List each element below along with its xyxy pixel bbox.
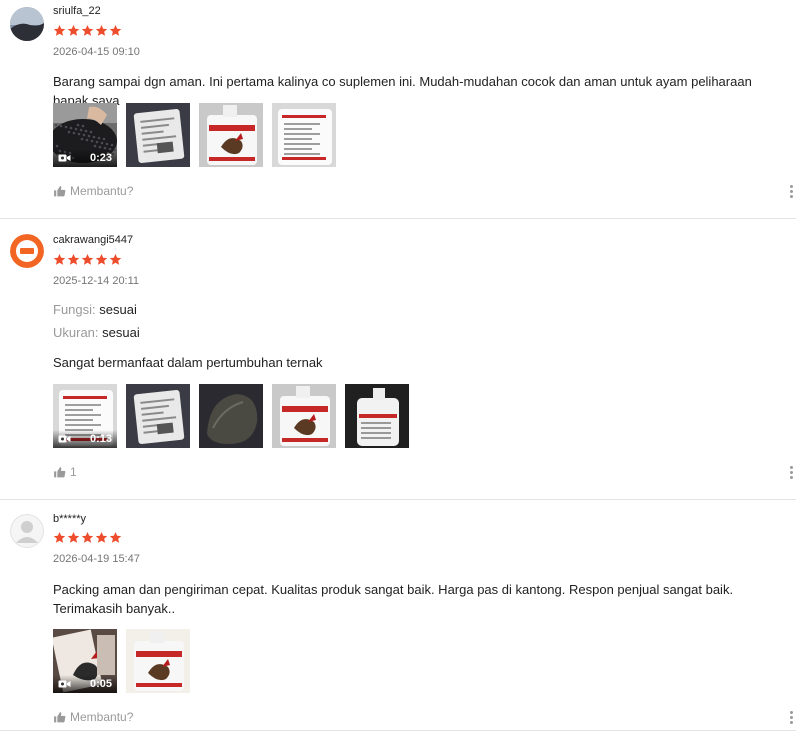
star-icon [81, 531, 94, 543]
thumbnail-image [272, 384, 336, 448]
star-icon [81, 253, 94, 265]
divider [0, 499, 796, 500]
thumbnail-image [126, 103, 190, 167]
helpful-count: 1 [70, 465, 77, 479]
video-duration: 0:13 [89, 433, 112, 445]
review-media: 0:13 [53, 384, 409, 448]
review-text: Sangat bermanfaat dalam pertumbuhan tern… [53, 355, 323, 370]
photo-thumbnail[interactable] [126, 103, 190, 167]
star-rating [53, 531, 122, 544]
photo-thumbnail[interactable] [345, 384, 409, 448]
helpful-label: Membantu? [70, 184, 134, 198]
star-icon [67, 531, 80, 543]
avatar-image [10, 7, 44, 41]
thumbs-up-icon [54, 711, 66, 722]
photo-thumbnail[interactable] [126, 629, 190, 693]
star-icon [53, 24, 66, 36]
photo-thumbnail[interactable] [272, 103, 336, 167]
helpful-button[interactable]: Membantu? [53, 710, 133, 724]
video-duration: 0:05 [89, 678, 112, 690]
avatar[interactable] [10, 7, 44, 41]
review-media: 0:23 [53, 103, 336, 167]
video-camera-icon [58, 680, 71, 688]
video-thumbnail[interactable]: 0:23 [53, 103, 117, 167]
helpful-label: Membantu? [70, 710, 134, 724]
attribute-key: Fungsi: [53, 302, 96, 317]
star-icon [67, 253, 80, 265]
thumbnail-image [199, 103, 263, 167]
photo-thumbnail[interactable] [199, 103, 263, 167]
photo-thumbnail[interactable] [126, 384, 190, 448]
review-media: 0:05 [53, 629, 190, 693]
star-icon [109, 531, 122, 543]
video-thumbnail[interactable]: 0:05 [53, 629, 117, 693]
thumbnail-image [126, 384, 190, 448]
avatar[interactable] [10, 514, 44, 548]
star-icon [95, 531, 108, 543]
thumbnail-image [126, 629, 190, 693]
video-camera-icon [58, 435, 71, 443]
more-vertical-icon[interactable] [790, 185, 794, 198]
star-icon [53, 253, 66, 265]
avatar[interactable] [10, 234, 44, 268]
more-vertical-icon[interactable] [790, 711, 794, 724]
star-icon [109, 253, 122, 265]
star-icon [109, 24, 122, 36]
attribute-value: sesuai [99, 302, 137, 317]
review-username: sriulfa_22 [53, 5, 101, 17]
star-icon [67, 24, 80, 36]
photo-thumbnail[interactable] [272, 384, 336, 448]
review-username: cakrawangi5447 [53, 234, 134, 246]
avatar-image [10, 234, 44, 268]
video-overlay: 0:23 [53, 149, 117, 167]
star-icon [95, 253, 108, 265]
video-camera-icon [58, 154, 71, 162]
star-rating [53, 24, 122, 37]
thumbnail-image [345, 384, 409, 448]
helpful-button[interactable]: Membantu? [53, 184, 133, 198]
attribute-key: Ukuran: [53, 325, 99, 340]
divider [0, 730, 796, 731]
review-attribute: Ukuran: sesuai [53, 325, 140, 340]
star-icon [81, 24, 94, 36]
review-username: b*****y [53, 513, 87, 525]
review-date: 2026-04-15 09:10 [53, 46, 140, 58]
attribute-value: sesuai [102, 325, 140, 340]
star-icon [53, 531, 66, 543]
star-rating [53, 253, 122, 266]
video-thumbnail[interactable]: 0:13 [53, 384, 117, 448]
video-overlay: 0:05 [53, 675, 117, 693]
video-duration: 0:23 [89, 152, 112, 164]
avatar-image [10, 514, 44, 548]
more-vertical-icon[interactable] [790, 466, 794, 479]
review-text: Packing aman dan pengiriman cepat. Kuali… [53, 582, 734, 616]
review-date: 2026-04-19 15:47 [53, 553, 140, 565]
review-date: 2025-12-14 20:11 [53, 275, 140, 287]
video-overlay: 0:13 [53, 430, 117, 448]
thumbs-up-icon [54, 185, 66, 196]
helpful-button[interactable]: 1 [53, 465, 77, 479]
thumbnail-image [272, 103, 336, 167]
thumbnail-image [199, 384, 263, 448]
thumbs-up-icon [54, 466, 66, 477]
divider [0, 218, 796, 219]
photo-thumbnail[interactable] [199, 384, 263, 448]
review-attribute: Fungsi: sesuai [53, 302, 137, 317]
star-icon [95, 24, 108, 36]
